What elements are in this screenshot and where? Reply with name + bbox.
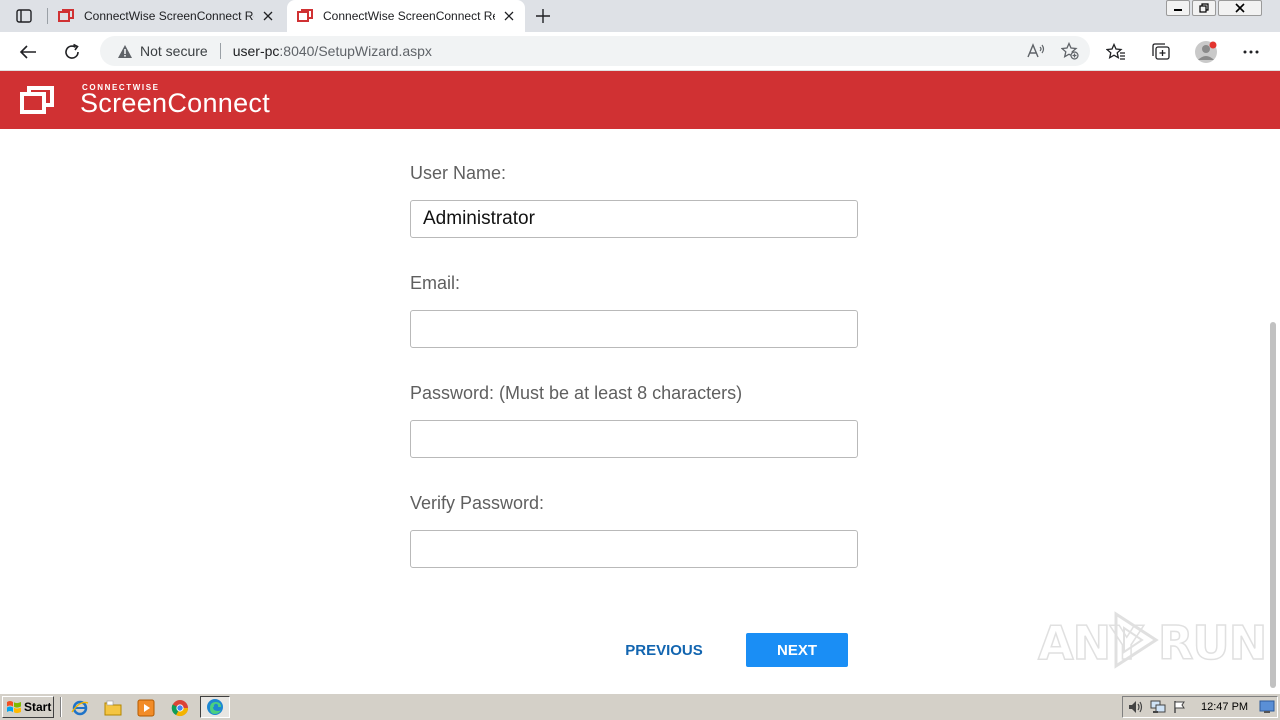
- next-button[interactable]: NEXT: [746, 633, 848, 667]
- favorites-icon[interactable]: [1104, 40, 1128, 64]
- page-scrollbar[interactable]: [1266, 129, 1280, 691]
- taskbar-divider: [60, 697, 62, 717]
- refresh-icon[interactable]: [60, 40, 84, 64]
- action-center-flag-icon[interactable]: [1171, 698, 1189, 716]
- screenconnect-wordmark: ScreenConnect: [80, 88, 271, 118]
- network-icon[interactable]: [1149, 698, 1167, 716]
- password-input[interactable]: [410, 420, 858, 458]
- tab-close-icon[interactable]: [501, 8, 517, 24]
- file-explorer-icon[interactable]: [103, 698, 123, 718]
- tab-title: ConnectWise ScreenConnect Rer: [323, 9, 495, 23]
- verify-password-label: Verify Password:: [410, 493, 545, 513]
- restore-icon[interactable]: [1192, 0, 1216, 16]
- edge-icon: [207, 699, 223, 715]
- new-tab-plus-icon[interactable]: [533, 6, 553, 26]
- volume-icon[interactable]: [1127, 698, 1145, 716]
- url-host: user-pc: [232, 43, 280, 59]
- email-label: Email:: [410, 273, 461, 293]
- warning-triangle-icon: [116, 42, 134, 60]
- chrome-icon[interactable]: [170, 698, 190, 718]
- edge-taskbar-button[interactable]: [200, 696, 230, 718]
- username-input[interactable]: [410, 200, 858, 238]
- collections-icon[interactable]: [1149, 40, 1173, 64]
- password-label: Password: (Must be at least 8 characters…: [410, 383, 743, 403]
- screenconnect-header: CONNECTWISE ScreenConnect: [0, 71, 1280, 129]
- profile-avatar-icon[interactable]: [1194, 40, 1218, 64]
- email-input[interactable]: [410, 310, 858, 348]
- username-label: User Name:: [410, 163, 507, 183]
- window-controls: [1164, 0, 1262, 18]
- screenconnect-favicon-icon: [297, 9, 313, 22]
- start-button[interactable]: Start: [2, 696, 54, 718]
- address-divider: [219, 43, 221, 59]
- browser-tab-1[interactable]: ConnectWise ScreenConnect Rer: [48, 0, 284, 32]
- address-bar-actions: [1026, 41, 1080, 61]
- screenconnect-favicon-icon: [58, 9, 74, 22]
- taskbar-clock[interactable]: 12:47 PM: [1201, 701, 1248, 713]
- start-label: Start: [24, 700, 52, 714]
- show-desktop-icon[interactable]: [1258, 698, 1276, 716]
- previous-button[interactable]: PREVIOUS: [612, 633, 716, 667]
- read-aloud-icon[interactable]: [1026, 41, 1046, 61]
- verify-password-input[interactable]: [410, 530, 858, 568]
- tab-strip: ConnectWise ScreenConnect Rer ConnectWis…: [0, 0, 1280, 32]
- windows-taskbar: Start 12:47 PM: [0, 693, 1280, 720]
- url-path: :8040/SetupWizard.aspx: [279, 43, 432, 59]
- tab-title: ConnectWise ScreenConnect Rer: [84, 9, 254, 23]
- tab-close-icon[interactable]: [260, 8, 276, 24]
- internet-explorer-icon[interactable]: [70, 698, 90, 718]
- tab-actions-icon[interactable]: [10, 6, 38, 26]
- watermark-play-icon: [1114, 611, 1159, 669]
- back-arrow-icon[interactable]: [16, 40, 40, 64]
- security-status[interactable]: Not secure: [140, 43, 208, 59]
- minimize-icon[interactable]: [1166, 0, 1190, 16]
- browser-tab-2-active[interactable]: ConnectWise ScreenConnect Rer: [287, 0, 525, 32]
- browser-toolbar: Not secure user-pc:8040/SetupWizard.aspx: [0, 32, 1280, 71]
- windows-flag-icon: [7, 701, 21, 714]
- browser-toolbar-right: [1104, 40, 1263, 64]
- system-tray: 12:47 PM: [1122, 696, 1278, 718]
- scrollbar-thumb[interactable]: [1270, 322, 1276, 688]
- window-close-icon[interactable]: [1218, 0, 1262, 16]
- media-player-icon[interactable]: [136, 698, 156, 718]
- screenconnect-logo-icon: [20, 86, 54, 114]
- more-menu-icon[interactable]: [1239, 40, 1263, 64]
- add-favorite-icon[interactable]: [1060, 41, 1080, 61]
- anyrun-watermark: ANY RUN: [1037, 608, 1268, 672]
- watermark-text-right: RUN: [1157, 615, 1268, 671]
- address-bar[interactable]: Not secure user-pc:8040/SetupWizard.aspx: [100, 36, 1090, 66]
